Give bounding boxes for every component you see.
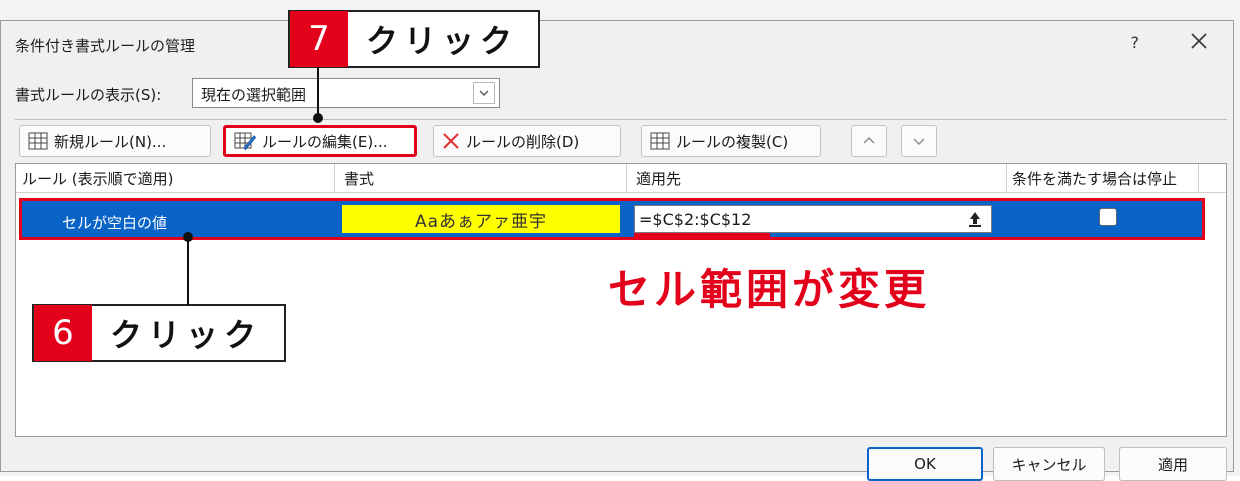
column-stop-if-true: 条件を満たす場合は停止 — [1012, 170, 1178, 188]
show-rules-label: 書式ルールの表示(S): — [15, 86, 162, 104]
move-down-button[interactable] — [901, 125, 937, 157]
step6-leader-line — [187, 238, 189, 306]
edit-rule-button[interactable]: ルールの編集(E)... — [223, 125, 417, 157]
edit-rule-icon — [234, 132, 256, 151]
show-rules-select[interactable]: 現在の選択範囲 — [192, 78, 500, 108]
range-changed-note: セル範囲が変更 — [608, 265, 931, 314]
column-rule: ルール (表示順で適用) — [22, 170, 174, 188]
show-rules-value: 現在の選択範囲 — [201, 86, 307, 104]
move-down-icon — [913, 138, 925, 145]
step6-callout: 6 クリック — [32, 304, 286, 362]
close-icon[interactable] — [1187, 29, 1211, 53]
new-rule-button[interactable]: 新規ルール(N)... — [19, 125, 211, 157]
rules-list-header: ルール (表示順で適用) 書式 適用先 条件を満たす場合は停止 — [16, 164, 1226, 193]
help-button[interactable]: ? — [1131, 33, 1140, 52]
step7-callout: 7 クリック — [288, 10, 540, 68]
applies-to-value: =$C$2:$C$12 — [639, 210, 752, 229]
move-up-icon — [863, 137, 875, 144]
delete-icon — [443, 133, 459, 149]
column-applies-to: 適用先 — [636, 170, 682, 188]
step7-leader-dot — [313, 113, 323, 123]
new-rule-icon — [28, 132, 48, 150]
rule-name: セルが空白の値 — [62, 214, 168, 232]
dialog-title: 条件付き書式ルールの管理 — [15, 37, 196, 55]
move-up-button[interactable] — [851, 125, 887, 157]
edit-rule-label: ルールの編集(E)... — [262, 132, 388, 151]
rule-row-selected[interactable]: セルが空白の値 Aaあぁアァ亜宇 =$C$2:$C$12 — [19, 198, 1205, 240]
delete-rule-label: ルールの削除(D) — [466, 132, 580, 151]
applies-to-underline — [634, 233, 770, 237]
format-preview: Aaあぁアァ亜宇 — [342, 205, 620, 233]
rule-toolbar: 新規ルール(N)... ルールの編集(E)... ルールの削除(D) ルールの複… — [15, 119, 1227, 162]
step7-leader-line — [317, 68, 319, 118]
step7-number: 7 — [290, 11, 348, 67]
column-format: 書式 — [344, 170, 375, 188]
conditional-format-rules-manager-dialog: 条件付き書式ルールの管理 ? 書式ルールの表示(S): 現在の選択範囲 新規ルー… — [0, 20, 1234, 481]
dropdown-button[interactable] — [473, 82, 495, 104]
step6-leader-dot — [183, 232, 193, 242]
step6-text: クリック — [110, 316, 263, 354]
chevron-down-icon — [479, 90, 489, 96]
title-bar: 条件付き書式ルールの管理 ? — [1, 21, 1233, 67]
delete-rule-button[interactable]: ルールの削除(D) — [433, 125, 621, 157]
applies-to-field[interactable]: =$C$2:$C$12 — [634, 205, 992, 233]
duplicate-rule-label: ルールの複製(C) — [676, 132, 789, 151]
stop-if-true-checkbox[interactable] — [1099, 208, 1117, 226]
duplicate-rule-icon — [650, 132, 670, 150]
duplicate-rule-button[interactable]: ルールの複製(C) — [641, 125, 821, 157]
new-rule-label: 新規ルール(N)... — [54, 132, 167, 151]
step7-text: クリック — [366, 22, 519, 60]
step6-number: 6 — [34, 305, 92, 361]
collapse-range-icon[interactable] — [967, 209, 983, 229]
